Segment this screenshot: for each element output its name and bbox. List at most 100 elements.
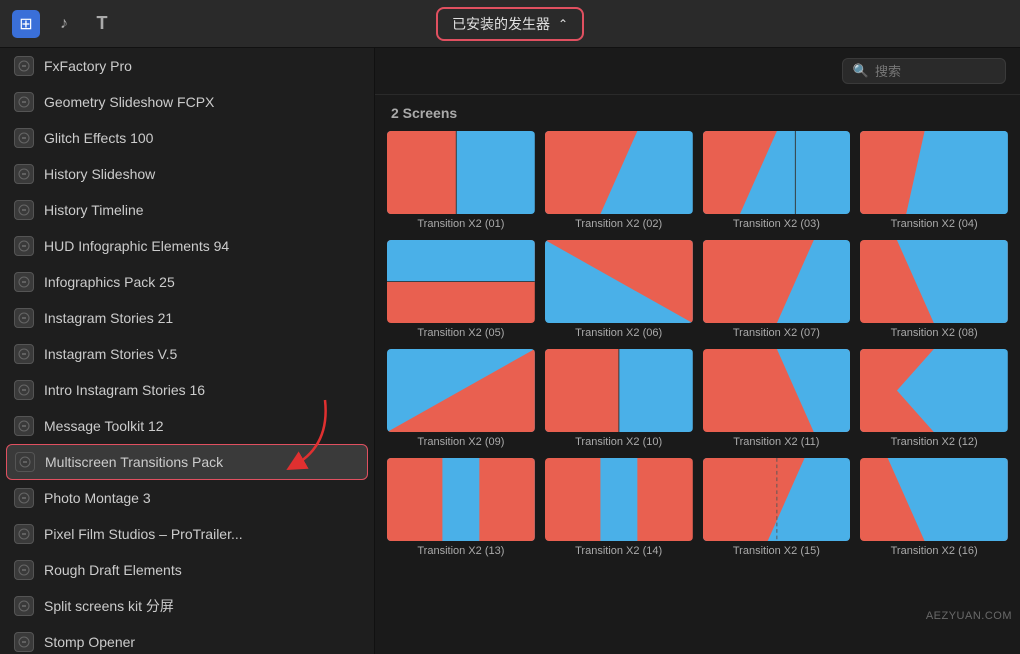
- grid-item[interactable]: Transition X2 (07): [703, 240, 851, 339]
- grid-thumb: [703, 458, 851, 541]
- sidebar-item[interactable]: Photo Montage 3: [0, 480, 374, 516]
- text-icon[interactable]: T: [88, 10, 116, 38]
- grid-item[interactable]: Transition X2 (04): [860, 131, 1008, 230]
- sidebar-item-label: HUD Infographic Elements 94: [44, 238, 360, 254]
- grid-item[interactable]: Transition X2 (10): [545, 349, 693, 448]
- search-input[interactable]: [875, 64, 995, 79]
- sidebar-item-label: Instagram Stories 21: [44, 310, 360, 326]
- generator-dropdown[interactable]: 已安装的发生器 ⌃: [436, 7, 584, 41]
- sidebar-item[interactable]: History Slideshow: [0, 156, 374, 192]
- top-bar-icons: ⊞ ♪ T: [12, 10, 116, 38]
- sidebar-item-label: Glitch Effects 100: [44, 130, 360, 146]
- grid-item[interactable]: Transition X2 (09): [387, 349, 535, 448]
- star-icon[interactable]: ⊞: [12, 10, 40, 38]
- sidebar-item-label: Split screens kit 分屏: [44, 596, 360, 616]
- content-header: 🔍: [375, 48, 1020, 95]
- grid-item[interactable]: Transition X2 (08): [860, 240, 1008, 339]
- grid-area: Transition X2 (01) Transition X2 (02) Tr…: [375, 127, 1020, 654]
- grid-thumb: [545, 349, 693, 432]
- grid-item-label: Transition X2 (07): [733, 327, 820, 339]
- sidebar-item[interactable]: Rough Draft Elements: [0, 552, 374, 588]
- grid-item[interactable]: Transition X2 (14): [545, 458, 693, 557]
- sidebar-item-label: Geometry Slideshow FCPX: [44, 94, 360, 110]
- sidebar-item[interactable]: History Timeline: [0, 192, 374, 228]
- grid-thumb: [703, 349, 851, 432]
- sidebar-item[interactable]: Instagram Stories V.5: [0, 336, 374, 372]
- grid-thumb: [387, 349, 535, 432]
- main-body: FxFactory Pro Geometry Slideshow FCPX Glit…: [0, 48, 1020, 654]
- grid-item[interactable]: Transition X2 (03): [703, 131, 851, 230]
- grid-item[interactable]: Transition X2 (12): [860, 349, 1008, 448]
- grid-thumb: [545, 131, 693, 214]
- item-icon: [14, 524, 34, 544]
- music-icon[interactable]: ♪: [50, 10, 78, 38]
- grid-item[interactable]: Transition X2 (15): [703, 458, 851, 557]
- item-icon: [14, 308, 34, 328]
- item-icon: [14, 416, 34, 436]
- search-box: 🔍: [842, 58, 1006, 84]
- watermark: AEZYUAN.COM: [926, 610, 1012, 622]
- sidebar-item[interactable]: Multiscreen Transitions Pack: [6, 444, 368, 480]
- grid-thumb: [860, 458, 1008, 541]
- item-icon: [14, 200, 34, 220]
- grid-item-label: Transition X2 (12): [891, 436, 978, 448]
- sidebar-item[interactable]: Stomp Opener: [0, 624, 374, 654]
- sidebar-item-label: Multiscreen Transitions Pack: [45, 454, 359, 470]
- sidebar: FxFactory Pro Geometry Slideshow FCPX Glit…: [0, 48, 375, 654]
- item-icon: [14, 344, 34, 364]
- grid-item-label: Transition X2 (01): [417, 218, 504, 230]
- item-icon: [14, 272, 34, 292]
- grid-item-label: Transition X2 (09): [417, 436, 504, 448]
- grid-thumb: [387, 131, 535, 214]
- sidebar-item-label: Photo Montage 3: [44, 490, 360, 506]
- grid-item[interactable]: Transition X2 (02): [545, 131, 693, 230]
- grid-item[interactable]: Transition X2 (01): [387, 131, 535, 230]
- item-icon: [14, 236, 34, 256]
- sidebar-item-label: Stomp Opener: [44, 634, 360, 650]
- item-icon: [14, 128, 34, 148]
- grid-row: Transition X2 (13) Transition X2 (14) Tr…: [387, 458, 1008, 557]
- item-icon: [15, 452, 35, 472]
- grid-item-label: Transition X2 (16): [891, 545, 978, 557]
- grid-thumb: [703, 131, 851, 214]
- grid-thumb: [387, 240, 535, 323]
- sidebar-item-label: Instagram Stories V.5: [44, 346, 360, 362]
- grid-item-label: Transition X2 (03): [733, 218, 820, 230]
- item-icon: [14, 632, 34, 652]
- sidebar-item-label: FxFactory Pro: [44, 58, 360, 74]
- grid-item-label: Transition X2 (14): [575, 545, 662, 557]
- sidebar-item[interactable]: Instagram Stories 21: [0, 300, 374, 336]
- section-title: 2 Screens: [375, 95, 1020, 127]
- search-icon: 🔍: [853, 63, 869, 79]
- sidebar-item[interactable]: Message Toolkit 12: [0, 408, 374, 444]
- sidebar-item[interactable]: Glitch Effects 100: [0, 120, 374, 156]
- grid-item-label: Transition X2 (10): [575, 436, 662, 448]
- grid-row: Transition X2 (05) Transition X2 (06) Tr…: [387, 240, 1008, 339]
- dropdown-label: 已安装的发生器: [452, 14, 550, 34]
- grid-thumb: [545, 240, 693, 323]
- grid-item[interactable]: Transition X2 (05): [387, 240, 535, 339]
- grid-item-label: Transition X2 (04): [891, 218, 978, 230]
- sidebar-item[interactable]: HUD Infographic Elements 94: [0, 228, 374, 264]
- sidebar-item-label: Infographics Pack 25: [44, 274, 360, 290]
- item-icon: [14, 92, 34, 112]
- grid-thumb: [545, 458, 693, 541]
- grid-item-label: Transition X2 (05): [417, 327, 504, 339]
- grid-item-label: Transition X2 (06): [575, 327, 662, 339]
- sidebar-item[interactable]: Pixel Film Studios – ProTrailer...: [0, 516, 374, 552]
- item-icon: [14, 380, 34, 400]
- grid-item[interactable]: Transition X2 (13): [387, 458, 535, 557]
- grid-thumb: [387, 458, 535, 541]
- sidebar-item[interactable]: Split screens kit 分屏: [0, 588, 374, 624]
- item-icon: [14, 560, 34, 580]
- sidebar-item[interactable]: Infographics Pack 25: [0, 264, 374, 300]
- grid-item[interactable]: Transition X2 (16): [860, 458, 1008, 557]
- sidebar-item[interactable]: Intro Instagram Stories 16: [0, 372, 374, 408]
- sidebar-item-label: History Slideshow: [44, 166, 360, 182]
- grid-item[interactable]: Transition X2 (06): [545, 240, 693, 339]
- top-bar: ⊞ ♪ T 已安装的发生器 ⌃: [0, 0, 1020, 48]
- sidebar-item-label: Message Toolkit 12: [44, 418, 360, 434]
- sidebar-item[interactable]: FxFactory Pro: [0, 48, 374, 84]
- grid-item[interactable]: Transition X2 (11): [703, 349, 851, 448]
- sidebar-item[interactable]: Geometry Slideshow FCPX: [0, 84, 374, 120]
